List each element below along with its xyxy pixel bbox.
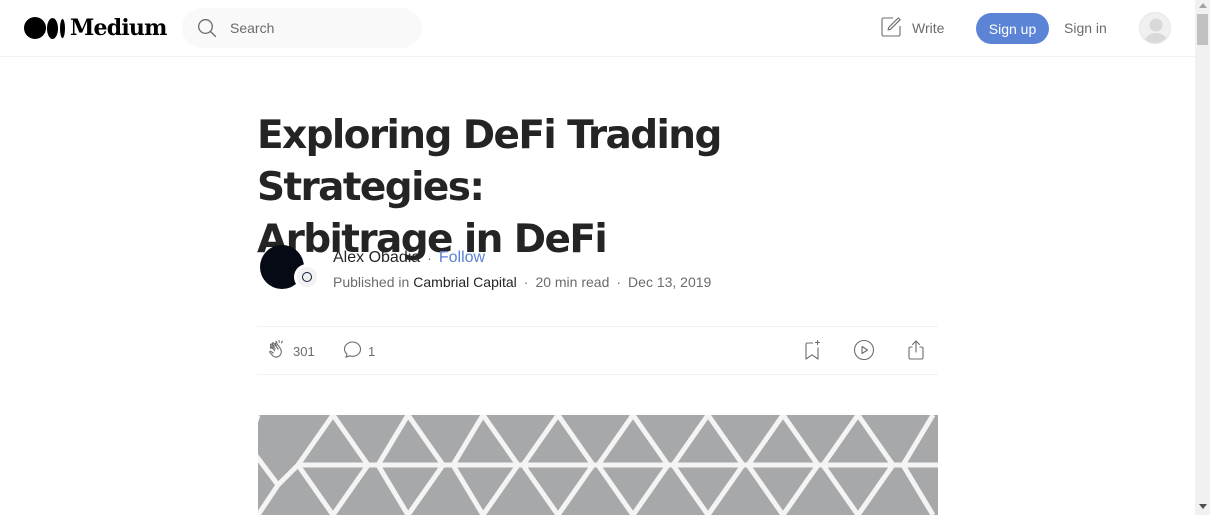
responses-button[interactable]: 1 bbox=[342, 339, 375, 363]
page-scrollbar[interactable] bbox=[1195, 0, 1210, 515]
separator-dot: · bbox=[616, 274, 622, 290]
clap-count: 301 bbox=[293, 343, 315, 359]
publication-logo-icon bbox=[302, 272, 312, 282]
response-count: 1 bbox=[368, 343, 376, 359]
write-icon bbox=[880, 16, 902, 41]
clap-icon bbox=[265, 338, 289, 365]
publication-link[interactable]: Cambrial Capital bbox=[413, 273, 516, 291]
clap-button[interactable]: 301 bbox=[265, 339, 315, 363]
follow-button[interactable]: Follow bbox=[439, 248, 485, 268]
scroll-up-arrow-icon[interactable] bbox=[1199, 3, 1207, 8]
scrollbar-thumb[interactable] bbox=[1197, 14, 1208, 45]
bookmark-button[interactable] bbox=[800, 339, 824, 363]
top-navigation-bar: Medium Write Sign up Sign in bbox=[0, 0, 1195, 57]
share-icon bbox=[904, 338, 928, 365]
author-line: Alex Obadia · Follow bbox=[333, 248, 485, 268]
default-avatar-icon bbox=[1143, 18, 1169, 43]
article-title: Exploring DeFi Trading Strategies: Arbit… bbox=[257, 110, 957, 266]
publication-badge[interactable] bbox=[294, 264, 320, 290]
write-button[interactable]: Write bbox=[880, 16, 944, 40]
bookmark-icon bbox=[800, 338, 824, 365]
play-icon bbox=[852, 338, 876, 365]
share-button[interactable] bbox=[904, 339, 928, 363]
article-title-line-1: Exploring DeFi Trading Strategies: bbox=[257, 113, 722, 210]
read-time: 20 min read bbox=[535, 274, 610, 290]
search-icon bbox=[196, 17, 218, 39]
search-input[interactable] bbox=[230, 20, 400, 36]
listen-button[interactable] bbox=[852, 339, 876, 363]
user-avatar[interactable] bbox=[1139, 12, 1171, 44]
author-name[interactable]: Alex Obadia bbox=[333, 248, 420, 268]
published-in-label: Published in bbox=[333, 274, 410, 290]
geometric-pattern-image bbox=[258, 415, 938, 515]
separator-dot: · bbox=[427, 250, 432, 266]
scroll-down-arrow-icon[interactable] bbox=[1199, 504, 1207, 509]
medium-logo-icon bbox=[24, 17, 66, 39]
comment-icon bbox=[342, 339, 364, 364]
sign-in-link[interactable]: Sign in bbox=[1064, 20, 1107, 36]
medium-wordmark: Medium bbox=[70, 15, 167, 41]
article-action-bar: 301 1 bbox=[257, 326, 938, 375]
article-hero-image bbox=[258, 415, 938, 515]
search-bar[interactable] bbox=[182, 8, 422, 48]
sign-up-button[interactable]: Sign up bbox=[976, 13, 1049, 44]
publish-date: Dec 13, 2019 bbox=[628, 274, 712, 290]
article-meta: Published in Cambrial Capital · 20 min r… bbox=[333, 273, 711, 291]
separator-dot: · bbox=[523, 274, 529, 290]
medium-logo[interactable]: Medium bbox=[24, 15, 167, 41]
write-label: Write bbox=[912, 20, 945, 36]
